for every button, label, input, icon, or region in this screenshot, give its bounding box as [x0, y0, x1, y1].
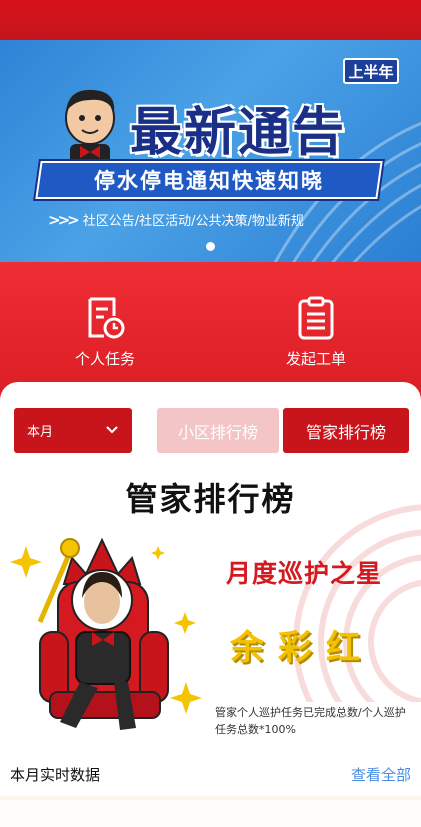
monthly-star-title: 月度巡护之星: [226, 559, 383, 588]
calculation-note: 管家个人巡护任务已完成总数/个人巡护任务总数*100%: [215, 706, 406, 736]
personal-task-label: 个人任务: [74, 350, 135, 368]
sparkle-icon: [10, 546, 42, 578]
tab-steward-ranking[interactable]: 管家排行榜: [283, 408, 409, 453]
calendar-clock-icon: [88, 297, 125, 339]
throne-mascot-illustration: [10, 537, 202, 730]
personal-task-button[interactable]: 个人任务: [45, 296, 165, 369]
half-year-badge: 上半年: [343, 58, 399, 84]
bottom-fade: [0, 800, 421, 827]
status-bar: [0, 0, 421, 40]
ranking-title: 管家排行榜: [125, 480, 296, 518]
month-select-value: 本月: [27, 425, 54, 440]
create-ticket-label: 发起工单: [285, 350, 346, 368]
view-all-link[interactable]: 查看全部: [351, 764, 411, 785]
tab-community-ranking[interactable]: 小区排行榜: [157, 408, 279, 453]
clipboard-list-icon: [298, 296, 334, 340]
double-chevron-icon: >>>: [48, 210, 80, 229]
notice-banner[interactable]: 上半年 最新通告 停水停电通知快速知晓 >>> 社区公告/社区活动/公共决策/物…: [0, 40, 421, 262]
month-select[interactable]: 本月: [14, 408, 132, 453]
carousel-dot[interactable]: [206, 242, 215, 251]
ranking-card: 本月 小区排行榜 管家排行榜 管家排行榜 月度巡护之星 余彩红 管家个人巡护任务…: [0, 382, 421, 827]
banner-topics: >>> 社区公告/社区活动/公共决策/物业新规: [48, 210, 304, 230]
monthly-star-name: 余彩红: [230, 628, 374, 668]
banner-headline: 最新通告: [130, 103, 347, 163]
create-ticket-button[interactable]: 发起工单: [256, 296, 376, 369]
banner-topics-text: 社区公告/社区活动/公共决策/物业新规: [82, 214, 304, 229]
chevron-down-icon: [106, 426, 118, 434]
realtime-data-label: 本月实时数据: [10, 766, 101, 784]
banner-subheadline: 停水停电通知快速知晓: [94, 169, 324, 193]
